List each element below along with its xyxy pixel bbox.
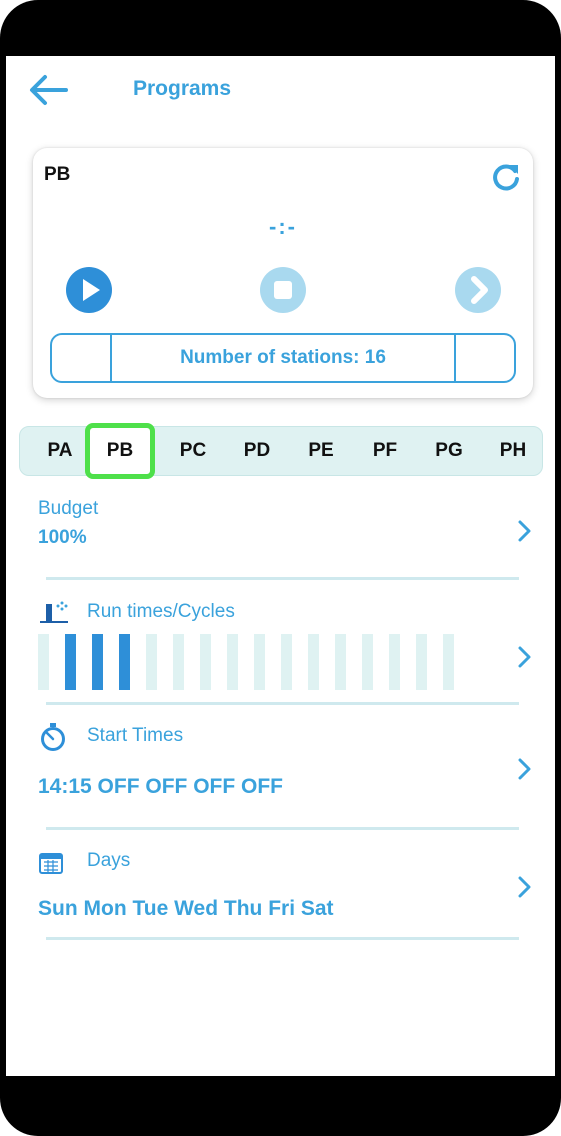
run-time-bar (416, 634, 427, 690)
tab-pf[interactable]: PF (357, 427, 413, 475)
program-card: PB -:- Number of stations: 16 (33, 148, 533, 398)
back-button[interactable] (26, 72, 70, 108)
tab-pc[interactable]: PC (165, 427, 221, 475)
start-times-label: Start Times (87, 725, 184, 746)
tab-pe[interactable]: PE (293, 427, 349, 475)
tab-pa[interactable]: PA (32, 427, 88, 475)
days-value: Sun Mon Tue Wed Thu Fri Sat (38, 897, 334, 920)
run-time-bar (443, 634, 454, 690)
run-time-bar (308, 634, 319, 690)
program-tabs: PA PB PC PD PE PF PG PH (19, 423, 543, 479)
run-time-bar (38, 634, 49, 690)
time-display: -:- (269, 214, 297, 239)
run-time-bar (227, 634, 238, 690)
app-screen: Programs PB -:- Number of stations: 16 P… (6, 56, 555, 1076)
calendar-icon (39, 853, 63, 874)
budget-label: Budget (38, 498, 99, 519)
stopwatch-icon (41, 723, 65, 751)
tab-pb[interactable]: PB (85, 423, 155, 479)
run-time-bar (389, 634, 400, 690)
run-time-bar (281, 634, 292, 690)
run-time-bar (200, 634, 211, 690)
start-times-value: 14:15 OFF OFF OFF OFF (38, 775, 284, 798)
arrow-left-icon (30, 75, 68, 105)
divider (46, 827, 519, 830)
program-name: PB (44, 164, 71, 185)
divider (46, 577, 519, 580)
run-time-bar (119, 634, 130, 690)
divider (46, 702, 519, 705)
chevron-right-icon (518, 758, 531, 780)
run-times-bars (38, 634, 458, 690)
days-row[interactable]: Days Sun Mon Tue Wed Thu Fri Sat (6, 848, 555, 943)
run-time-bar (335, 634, 346, 690)
stations-decrease-button[interactable] (52, 335, 112, 381)
run-time-bar (146, 634, 157, 690)
page-title: Programs (133, 77, 232, 100)
run-time-bar (65, 634, 76, 690)
run-time-bar (254, 634, 265, 690)
chevron-right-icon (518, 520, 531, 542)
chevron-right-circle-icon (455, 267, 501, 313)
refresh-button[interactable] (488, 159, 524, 195)
start-times-row[interactable]: Start Times 14:15 OFF OFF OFF OFF (6, 720, 555, 820)
refresh-icon (493, 164, 519, 191)
stations-count-label: Number of stations: 16 (180, 347, 386, 368)
next-button[interactable] (454, 266, 502, 314)
sprinkler-icon (40, 601, 68, 623)
run-time-bar (92, 634, 103, 690)
stop-icon (260, 267, 306, 313)
budget-row[interactable]: Budget 100% (6, 496, 555, 576)
stop-button[interactable] (259, 266, 307, 314)
tab-ph[interactable]: PH (485, 427, 541, 475)
top-bar: Programs (6, 56, 555, 126)
tab-pd[interactable]: PD (229, 427, 285, 475)
run-time-bar (173, 634, 184, 690)
run-time-bar (362, 634, 373, 690)
play-icon (66, 267, 112, 313)
budget-value: 100% (38, 527, 87, 548)
run-times-label: Run times/Cycles (87, 601, 235, 622)
stations-increase-button[interactable] (454, 335, 514, 381)
chevron-right-icon (518, 876, 531, 898)
phone-frame: Programs PB -:- Number of stations: 16 P… (0, 0, 561, 1136)
tab-pg[interactable]: PG (421, 427, 477, 475)
days-label: Days (87, 850, 131, 871)
play-button[interactable] (65, 266, 113, 314)
chevron-right-icon (518, 646, 531, 668)
divider (46, 937, 519, 940)
stations-selector: Number of stations: 16 (50, 333, 516, 383)
